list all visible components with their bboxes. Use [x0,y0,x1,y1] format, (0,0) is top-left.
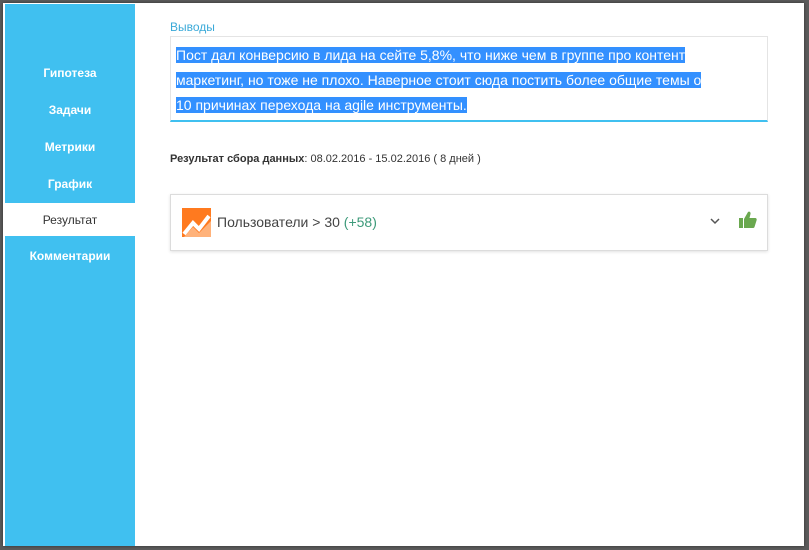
sidebar-item-comments[interactable]: Комментарии [5,239,135,272]
metric-name: Пользователи > 30 [217,214,340,230]
metric-delta: (+58) [343,214,377,230]
conclusions-line-2: маркетинг, но тоже не плохо. Наверное ст… [176,72,702,88]
modal-dialog: Гипотеза Задачи Метрики График Результат… [3,3,804,546]
chevron-down-icon[interactable] [709,213,721,229]
sidebar-nav: Гипотеза Задачи Метрики График Результат… [5,4,135,546]
thumbs-up-icon[interactable] [738,210,758,230]
result-panel: Выводы Пост дал конверсию в лида на сейт… [135,3,804,546]
metric-card[interactable]: Пользователи > 30 (+58) [170,194,768,251]
conclusions-textarea[interactable]: Пост дал конверсию в лида на сейте 5,8%,… [170,36,768,122]
metric-label: Пользователи > 30 (+58) [217,214,377,230]
trend-chart-icon [182,208,211,237]
result-label: Результат сбора данных [170,153,305,165]
sidebar-item-metrics[interactable]: Метрики [5,130,135,163]
conclusions-line-3: 10 причинах перехода на agile инструмент… [176,97,467,113]
result-period: : 08.02.2016 - 15.02.2016 ( 8 дней ) [304,153,481,165]
sidebar-item-hypothesis[interactable]: Гипотеза [5,56,135,89]
conclusions-line-1: Пост дал конверсию в лида на сейте 5,8%,… [176,47,686,63]
conclusions-label: Выводы [170,20,215,34]
data-collection-result: Результат сбора данных: 08.02.2016 - 15.… [170,153,481,165]
sidebar-item-result[interactable]: Результат [5,203,135,236]
sidebar-item-chart[interactable]: График [5,167,135,200]
sidebar-item-tasks[interactable]: Задачи [5,93,135,126]
